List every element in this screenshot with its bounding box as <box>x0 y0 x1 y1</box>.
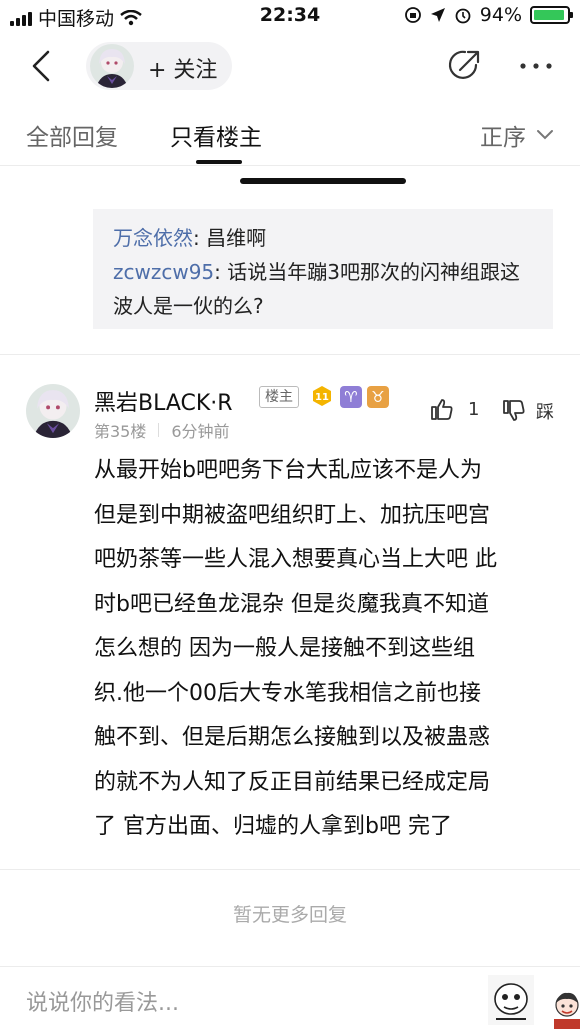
sub-reply-item[interactable]: zcwzcw95: 话说当年蹦3吧那次的闪神组跟这波人是一伙的么? <box>113 255 533 323</box>
share-icon[interactable] <box>446 48 482 84</box>
taurus-icon: ♉ <box>367 386 389 408</box>
svg-text:11: 11 <box>315 392 329 403</box>
alarm-icon <box>455 8 471 24</box>
battery-icon <box>530 6 573 24</box>
divider <box>0 354 580 355</box>
orientation-lock-icon <box>404 7 421 23</box>
sub-reply-item[interactable]: 万念依然: 昌维啊 <box>113 221 533 255</box>
follow-label: + 关注 <box>148 58 218 83</box>
thumbs-up-icon <box>431 399 453 420</box>
level-badge-icon: 11 <box>313 386 331 406</box>
tab-only-op[interactable]: 只看楼主 <box>170 118 262 152</box>
like-count: 1 <box>468 398 480 420</box>
follow-button[interactable]: + 关注 <box>86 42 232 90</box>
pull-handle <box>240 178 406 184</box>
reply-input[interactable]: 说说你的看法... <box>26 985 179 1017</box>
sub-reply-separator: : <box>214 260 228 284</box>
post-author-avatar[interactable] <box>26 384 80 438</box>
sticker-avatar-icon[interactable] <box>552 989 580 1029</box>
sub-reply-list[interactable]: 万念依然: 昌维啊 zcwzcw95: 话说当年蹦3吧那次的闪神组跟这波人是一伙… <box>93 209 553 329</box>
sub-reply-author[interactable]: zcwzcw95 <box>113 260 214 284</box>
post-time: 6分钟前 <box>171 422 230 441</box>
op-badge: 楼主 <box>259 386 299 408</box>
sticker-emoji-icon[interactable] <box>488 975 534 1025</box>
thumbs-down-icon <box>503 400 525 421</box>
active-tab-indicator <box>196 160 242 164</box>
author-avatar <box>90 44 134 88</box>
sub-reply-author[interactable]: 万念依然 <box>113 226 193 250</box>
status-bar: 中国移动 22:34 94% <box>0 0 580 34</box>
dislike-button[interactable]: 踩 <box>502 398 554 424</box>
post-meta: 第35楼 6分钟前 <box>94 418 230 442</box>
location-icon <box>430 8 445 22</box>
top-nav: + 关注 <box>0 34 580 98</box>
sort-label: 正序 <box>480 125 526 151</box>
floor-number: 第35楼 <box>94 422 147 441</box>
no-more-replies: 暂无更多回复 <box>232 904 347 926</box>
dislike-label: 踩 <box>536 402 554 423</box>
tab-all-replies[interactable]: 全部回复 <box>26 118 118 152</box>
more-icon[interactable] <box>518 52 554 80</box>
sub-reply-separator: : <box>193 226 207 250</box>
back-icon[interactable] <box>22 46 62 86</box>
sort-dropdown[interactable]: 正序 <box>480 118 554 152</box>
post-author-name[interactable]: 黑岩BLACK·R <box>94 385 233 417</box>
sub-reply-text: 昌维啊 <box>206 226 267 250</box>
reply-input-bar: 说说你的看法... <box>0 966 580 1032</box>
like-button[interactable]: 1 <box>430 398 479 420</box>
post-content: 从最开始b吧吧务下台大乱应该不是人为 但是到中期被盗吧组织盯上、加抗压吧宫 吧奶… <box>94 458 497 839</box>
divider <box>0 869 580 870</box>
meta-separator <box>158 423 160 437</box>
battery-percent: 94% <box>479 4 522 26</box>
reply-tabs: 全部回复 只看楼主 正序 <box>0 98 580 166</box>
chevron-down-icon <box>537 130 553 140</box>
aries-icon: ♈ <box>340 386 362 408</box>
